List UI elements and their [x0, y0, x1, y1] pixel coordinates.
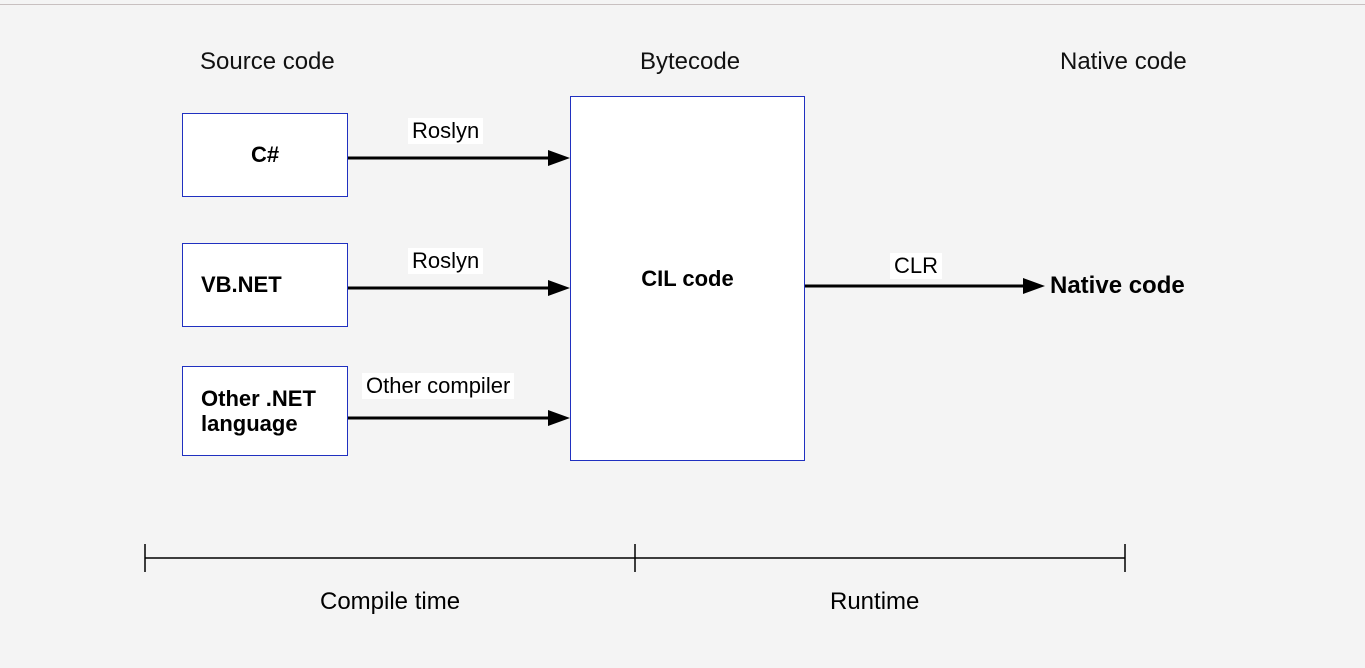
- label-compile-time: Compile time: [320, 588, 460, 616]
- box-vbnet: VB.NET: [182, 243, 348, 327]
- box-other-lang: Other .NET language: [182, 366, 348, 456]
- label-roslyn-1: Roslyn: [408, 118, 483, 144]
- timeline-axis: [145, 538, 1125, 578]
- arrow-vbnet-to-cil: [348, 278, 570, 298]
- header-source: Source code: [200, 48, 335, 76]
- header-native: Native code: [1060, 48, 1187, 76]
- label-roslyn-2: Roslyn: [408, 248, 483, 274]
- arrow-other-to-cil: [348, 408, 570, 428]
- box-csharp: C#: [182, 113, 348, 197]
- label-other-compiler: Other compiler: [362, 373, 514, 399]
- arrow-cil-to-native: [805, 276, 1045, 296]
- arrow-csharp-to-cil: [348, 148, 570, 168]
- diagram-stage: Source code Bytecode Native code C# VB.N…: [0, 8, 1365, 668]
- header-bytecode: Bytecode: [640, 48, 740, 76]
- label-runtime: Runtime: [830, 588, 919, 616]
- box-cil: CIL code: [570, 96, 805, 461]
- text-native-code: Native code: [1050, 272, 1185, 300]
